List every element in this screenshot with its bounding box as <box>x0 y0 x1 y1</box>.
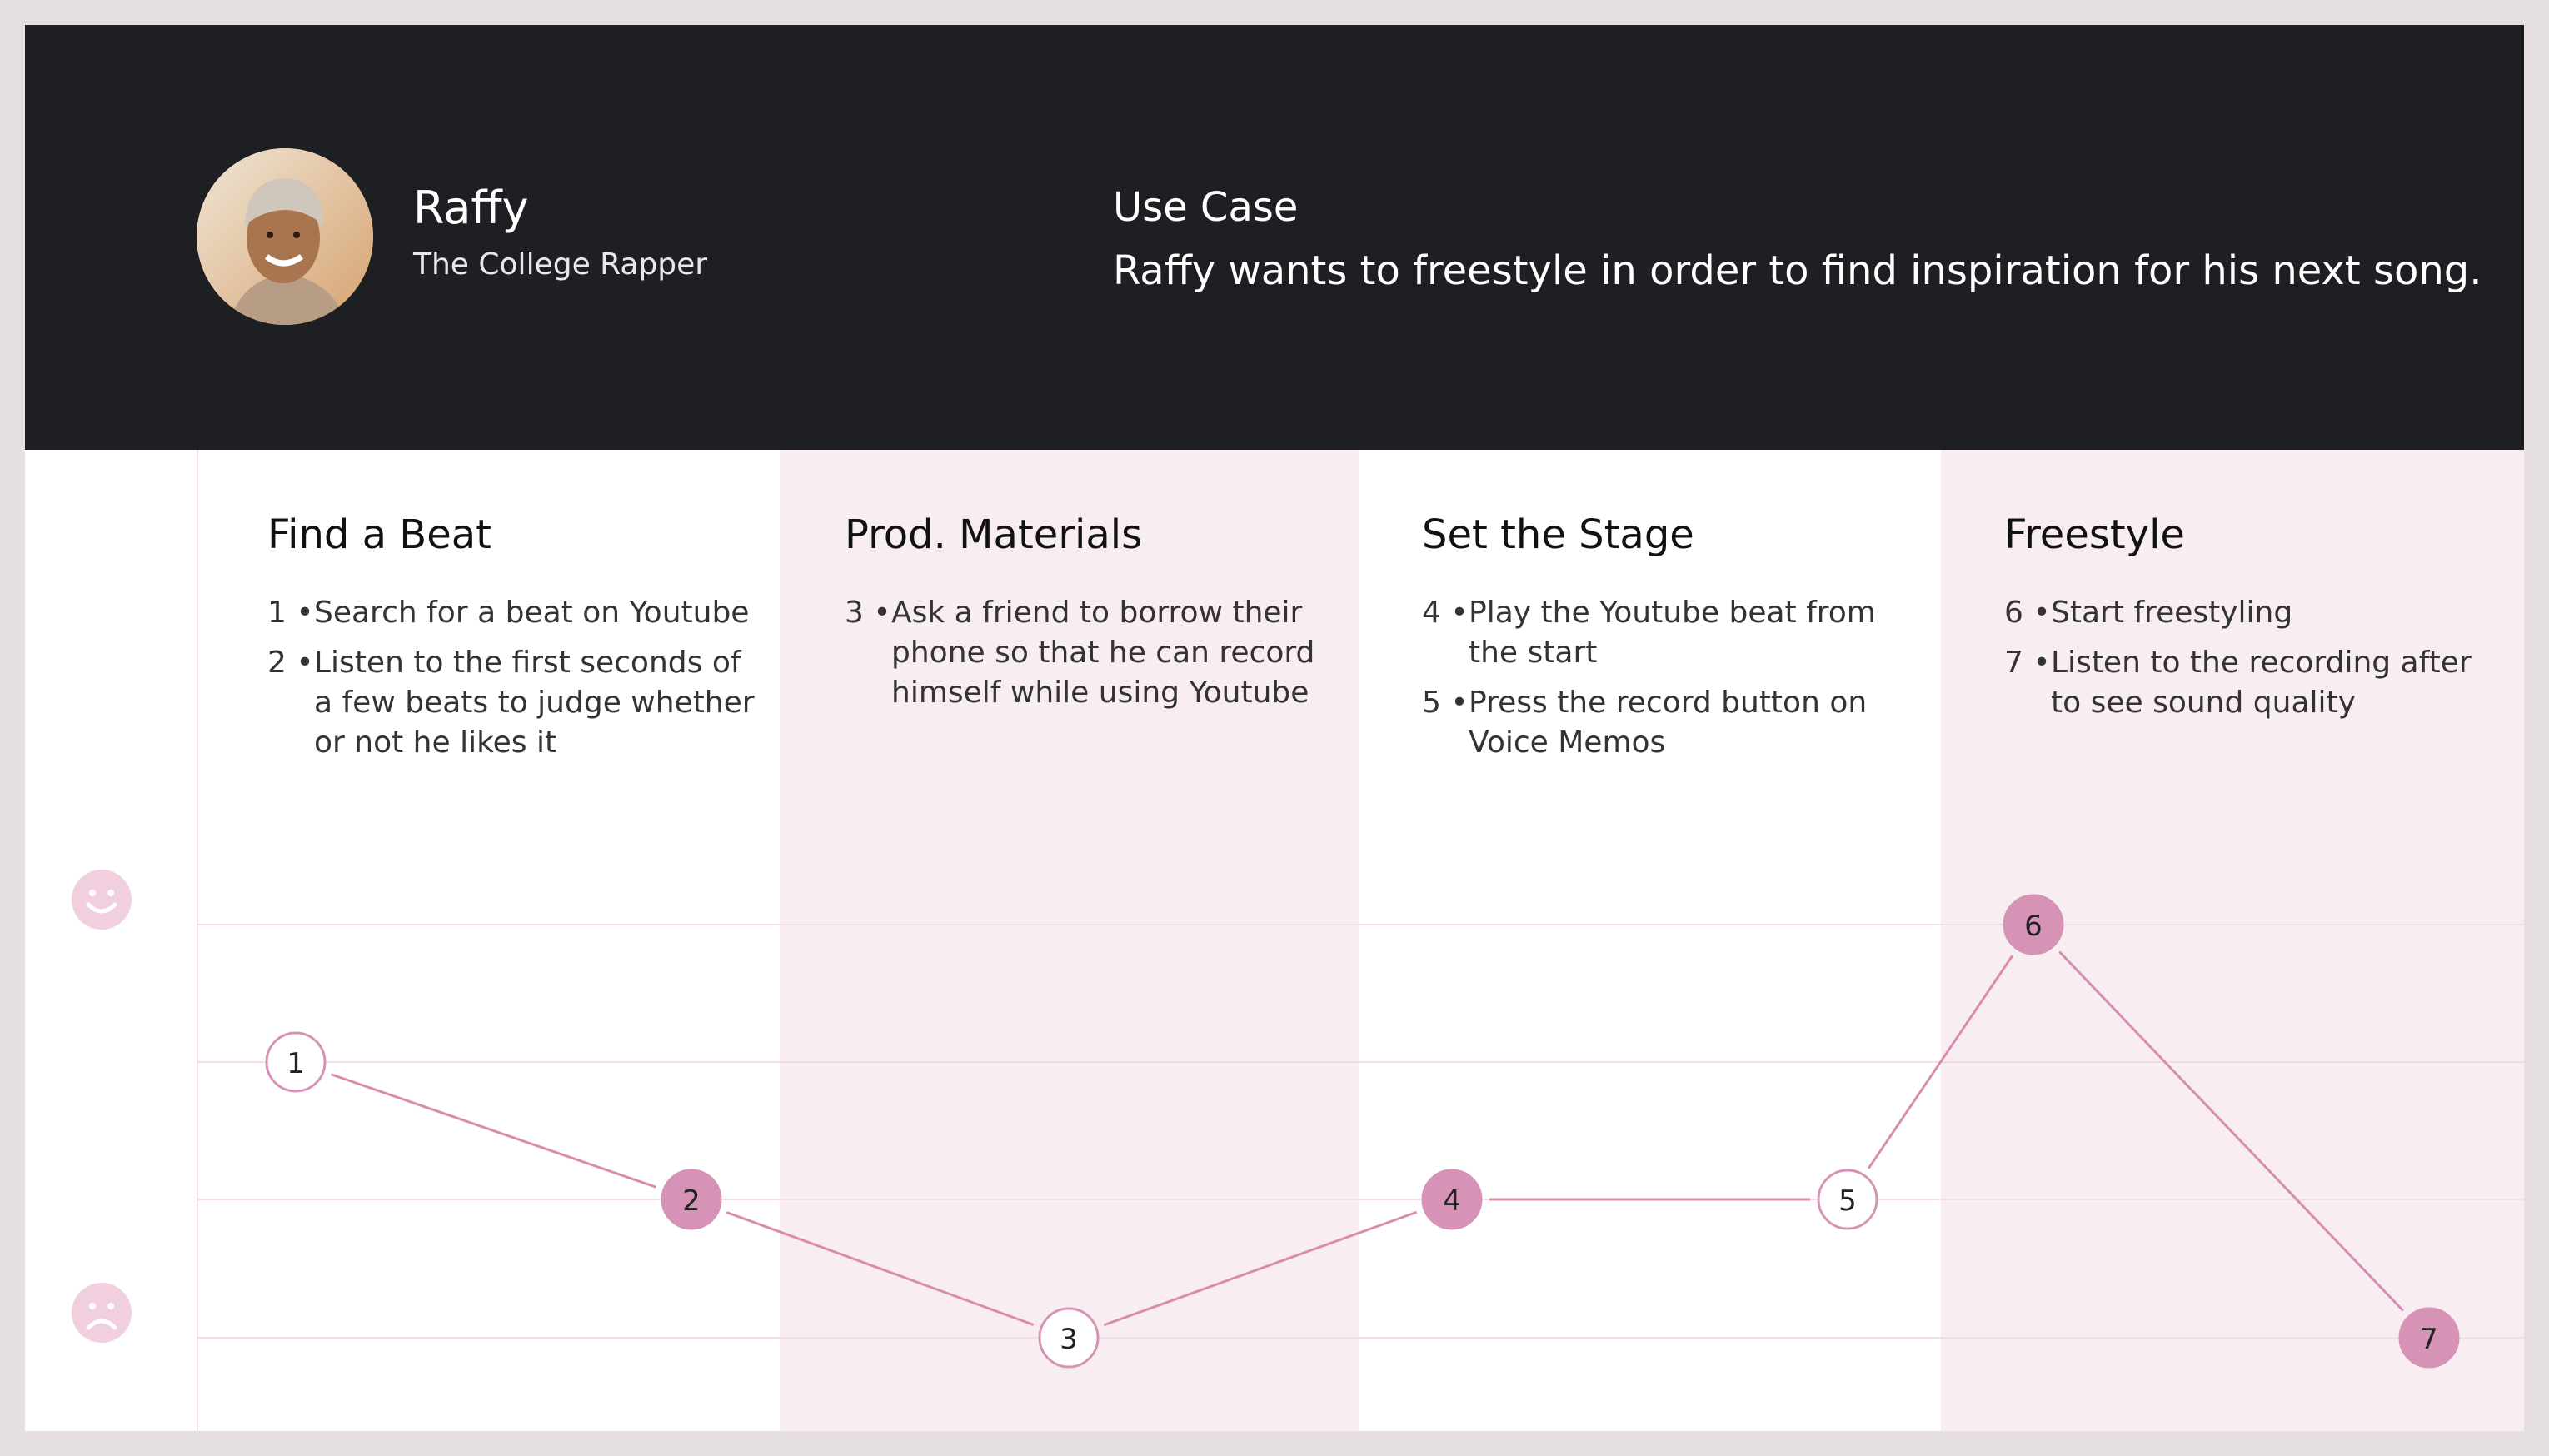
persona-avatar <box>197 148 373 325</box>
journey-connector <box>2058 950 2404 1312</box>
journey-point-label: 7 <box>2420 1323 2438 1356</box>
persona-name: Raffy <box>413 182 529 234</box>
persona-role: The College Rapper <box>413 247 708 282</box>
journey-point-label: 1 <box>287 1047 305 1080</box>
journey-connector <box>331 1073 656 1189</box>
use-case-title: Use Case <box>1113 184 1299 231</box>
journey-point-label: 3 <box>1060 1323 1078 1356</box>
emotion-journey-chart: 1 2 3 4 5 6 7 <box>197 894 2524 1369</box>
persona-header: Raffy The College Rapper Use Case Raffy … <box>25 25 2524 450</box>
journey-connector <box>726 1211 1035 1326</box>
journey-point-label: 2 <box>682 1184 701 1218</box>
person-photo-icon <box>197 148 373 325</box>
journey-map: Raffy The College Rapper Use Case Raffy … <box>25 25 2524 1431</box>
journey-point-label: 4 <box>1443 1184 1461 1218</box>
use-case-text: Raffy wants to freestyle in order to fin… <box>1113 247 2482 294</box>
journey-connector <box>1103 1210 1418 1327</box>
journey-point-label: 5 <box>1838 1184 1857 1218</box>
journey-point-label: 6 <box>2024 910 2043 943</box>
